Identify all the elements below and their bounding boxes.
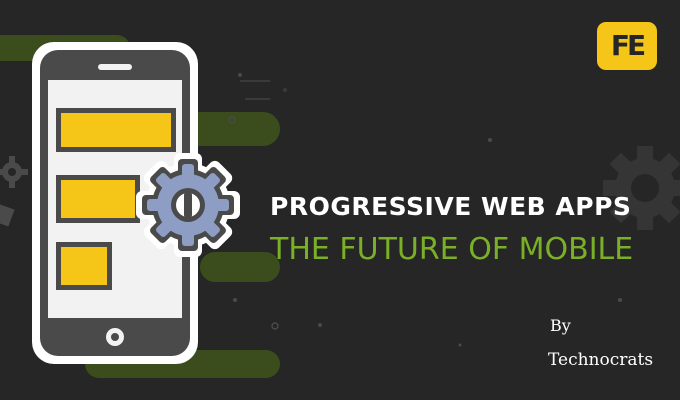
logo-text: FE — [610, 29, 646, 62]
gear-icon — [136, 153, 240, 257]
subheadline: THE FUTURE OF MOBILE — [270, 232, 634, 267]
logo-icon[interactable]: FE — [597, 22, 657, 70]
hero-banner: FE PROGRESSIVE WEB APPS THE FUTURE OF MO… — [0, 0, 680, 400]
headline: PROGRESSIVE WEB APPS — [270, 192, 632, 221]
author-name: Technocrats — [548, 350, 654, 370]
phone-icon — [32, 42, 240, 364]
byline: By — [550, 316, 571, 335]
